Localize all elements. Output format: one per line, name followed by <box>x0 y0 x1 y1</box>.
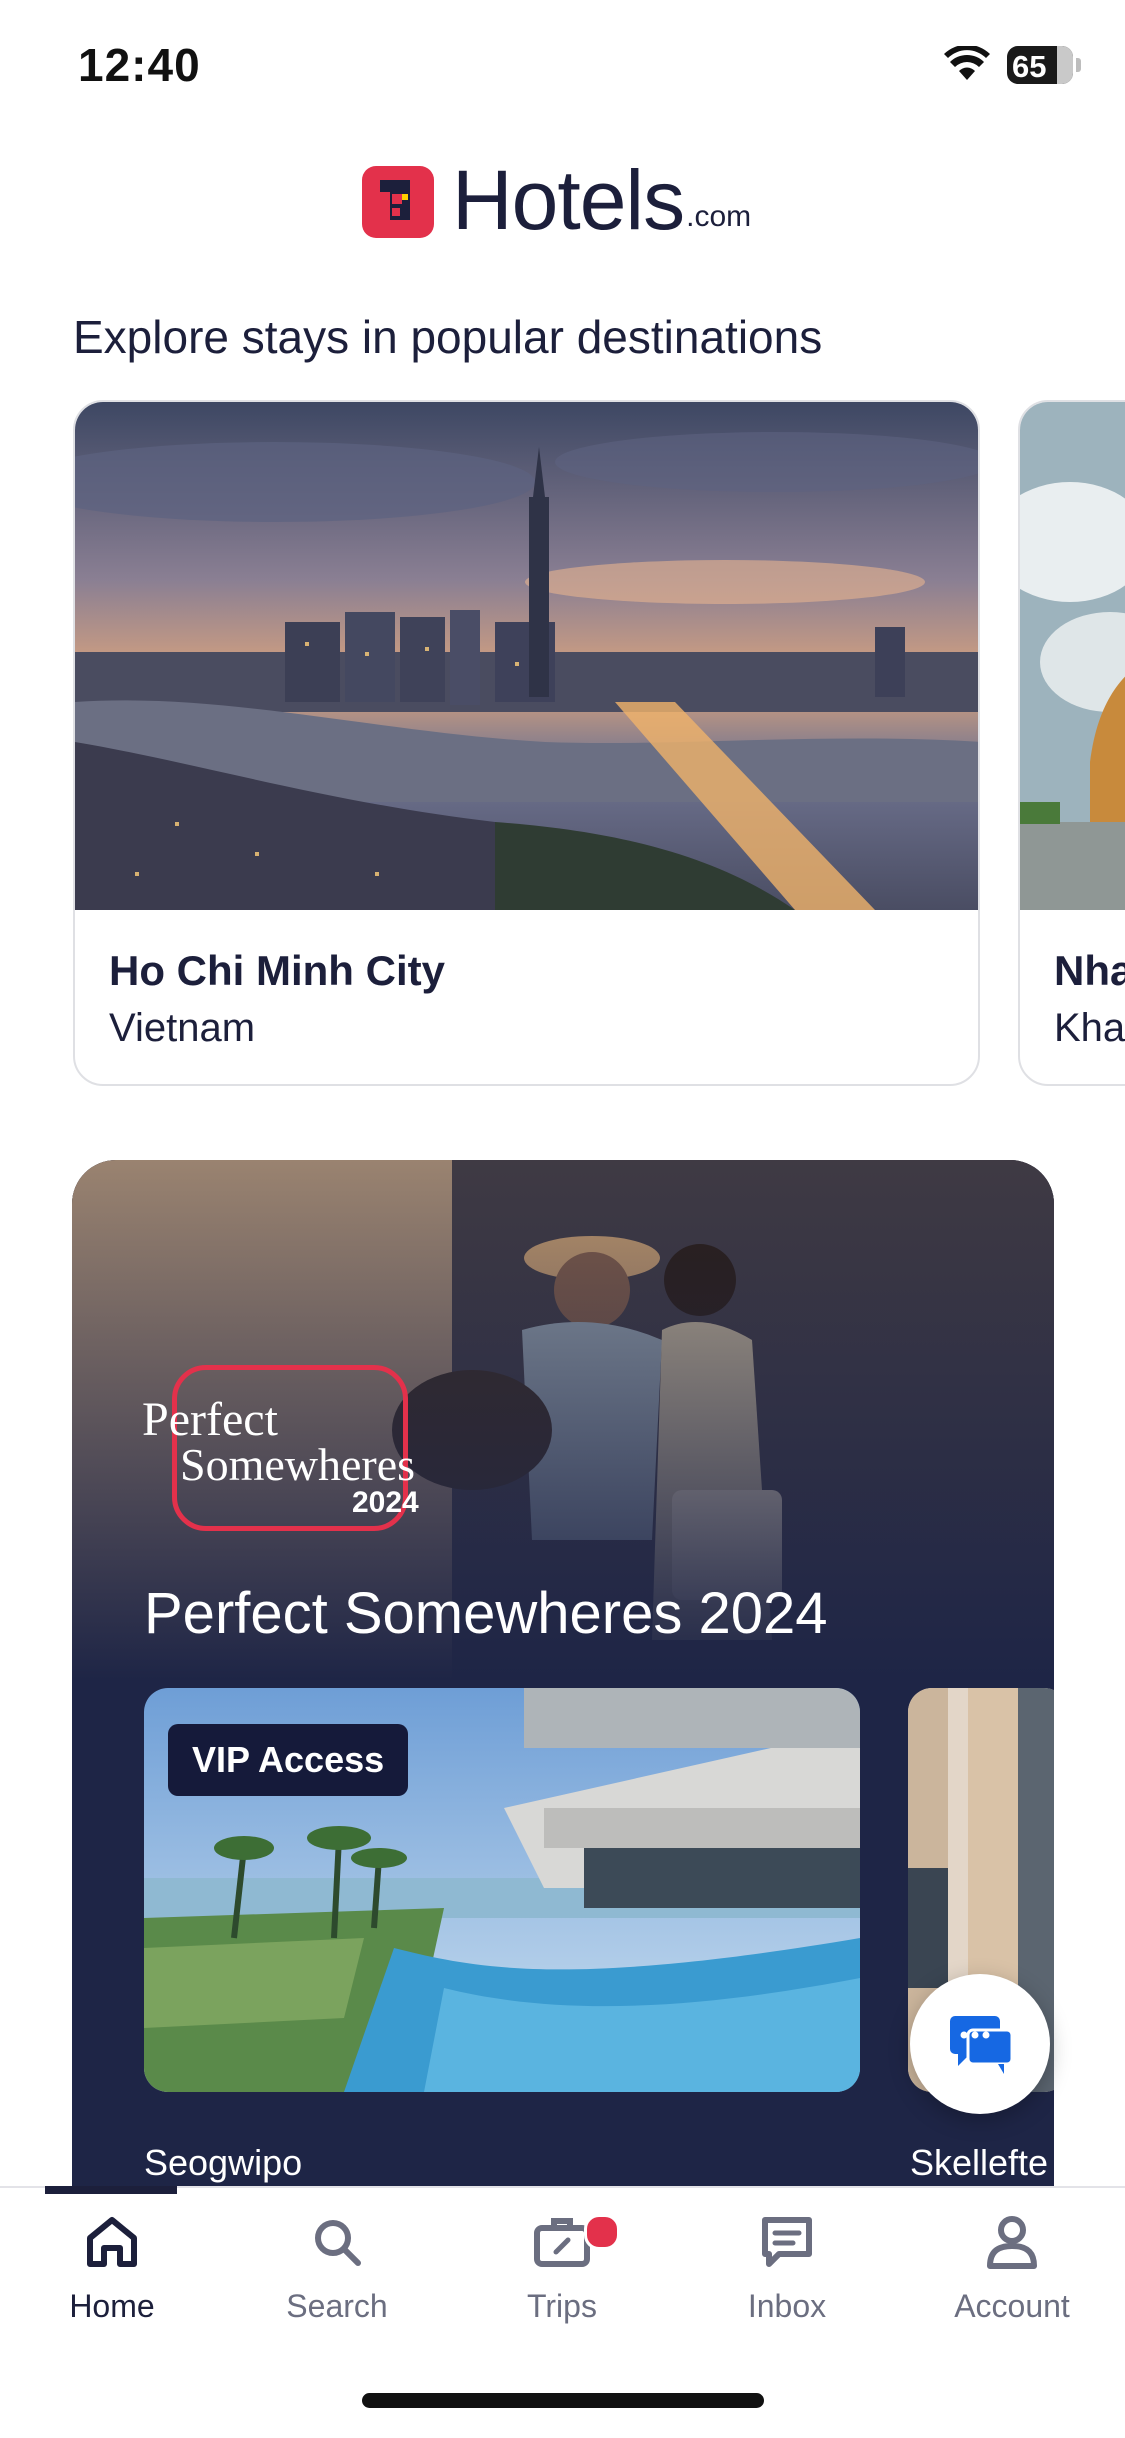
hotel-location: Seogwipo <box>144 2142 303 2183</box>
destination-city: Nha <box>1054 947 1125 994</box>
hotels-logo-icon <box>362 166 434 238</box>
tab-label: Home <box>69 2288 155 2324</box>
tab-trips[interactable]: Trips <box>472 2212 652 2325</box>
tab-label: Search <box>286 2288 388 2324</box>
battery-icon: 65 <box>1007 46 1073 84</box>
message-icon <box>762 2217 812 2267</box>
tab-home[interactable]: Home <box>22 2212 202 2325</box>
perfect-somewheres-promo: Perfect Somewheres 2024 Perfect Somewher… <box>72 1160 1054 2200</box>
battery-level: 65 <box>1012 49 1047 84</box>
tab-label: Trips <box>527 2288 597 2324</box>
hotels-logo: Hotels .com <box>362 158 752 242</box>
tab-search[interactable]: Search <box>247 2212 427 2325</box>
tab-inbox[interactable]: Inbox <box>697 2212 877 2325</box>
notification-dot <box>584 2214 620 2250</box>
home-icon <box>87 2217 137 2267</box>
destination-image <box>75 402 978 910</box>
hotel-card-seogwipo[interactable]: VIP Access <box>144 1688 860 2092</box>
destination-card-nha-trang[interactable]: Nha Kha <box>1018 400 1125 1086</box>
briefcase-icon <box>534 2218 590 2267</box>
home-indicator[interactable] <box>362 2393 764 2408</box>
destination-city: Ho Chi Minh City <box>109 947 445 994</box>
destination-image <box>1020 402 1125 910</box>
promo-title: Perfect Somewheres 2024 <box>144 1581 828 1646</box>
active-tab-indicator <box>45 2186 177 2194</box>
destination-country: Vietnam <box>109 1006 256 1050</box>
brand-name: Hotels <box>452 153 685 247</box>
destination-country: Kha <box>1054 1006 1125 1050</box>
badge-year: 2024 <box>352 1486 419 1519</box>
brand-suffix: .com <box>686 200 752 233</box>
destinations-heading: Explore stays in popular destinations <box>73 311 823 363</box>
tab-label: Inbox <box>747 2288 827 2324</box>
battery-tip <box>1076 58 1081 72</box>
person-icon <box>987 2216 1037 2269</box>
chat-button[interactable] <box>910 1974 1050 2114</box>
vip-access-badge: VIP Access <box>168 1724 409 1796</box>
wifi-icon <box>944 46 990 80</box>
chat-icon <box>950 2016 1014 2074</box>
status-time: 12:40 <box>78 39 201 91</box>
hotel-location: Skellefte <box>910 2142 1049 2183</box>
status-bar: 12:40 65 <box>0 0 1125 140</box>
tab-account[interactable]: Account <box>922 2212 1102 2325</box>
destination-card-ho-chi-minh[interactable]: Ho Chi Minh City Vietnam <box>73 400 980 1086</box>
search-icon <box>315 2220 361 2266</box>
tab-label: Account <box>954 2288 1070 2324</box>
badge-line-2: Somewheres <box>180 1439 416 1490</box>
